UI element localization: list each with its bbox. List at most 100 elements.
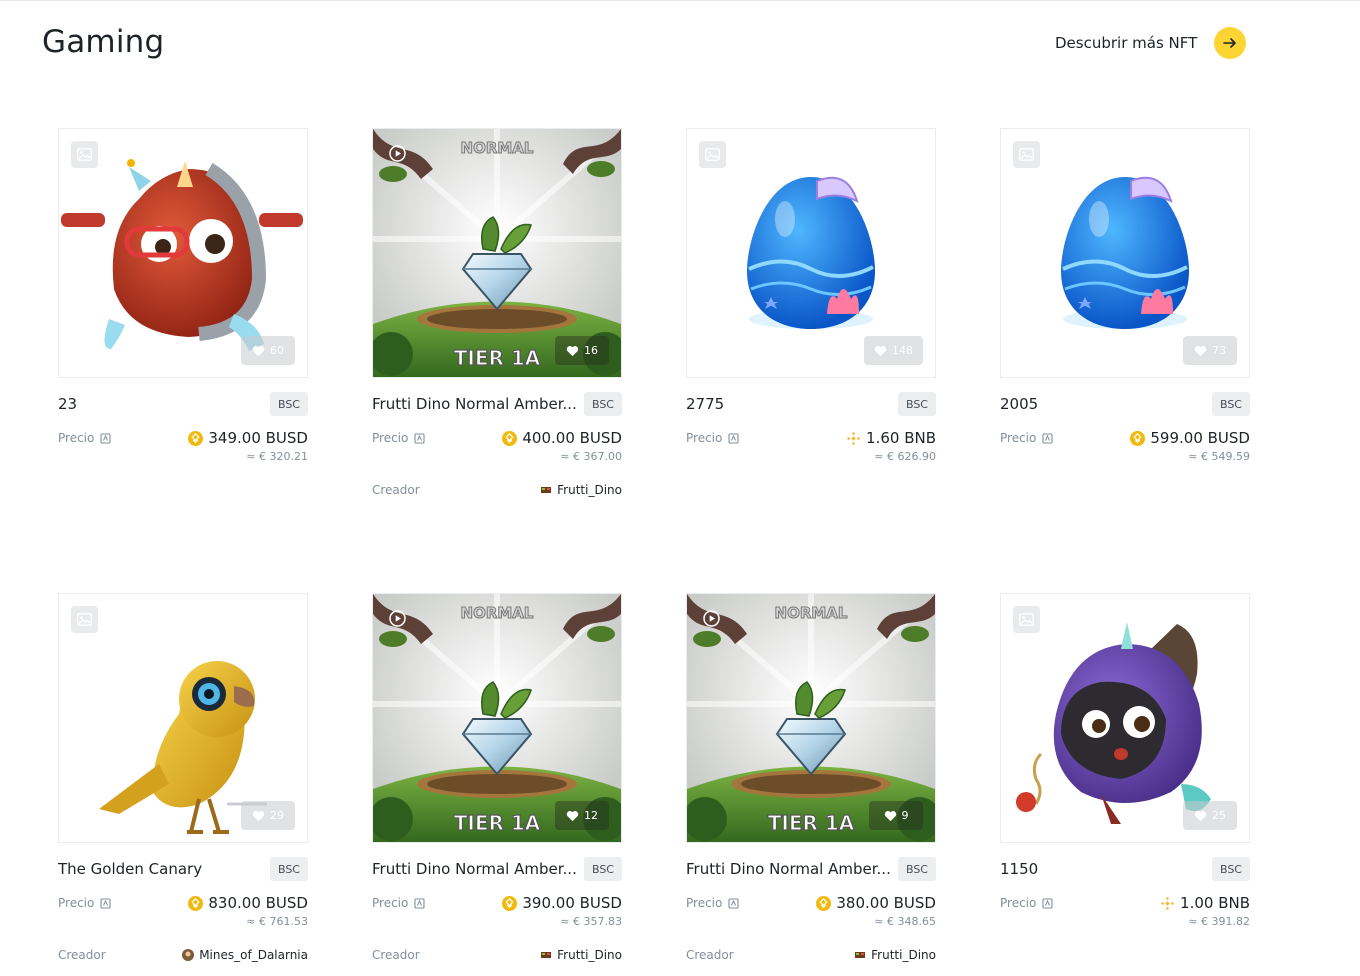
discover-more-label: Descubrir más NFT: [1055, 34, 1198, 52]
nft-name[interactable]: 2775: [686, 395, 724, 413]
nft-name[interactable]: 23: [58, 395, 77, 413]
creator-link[interactable]: Frutti_Dino: [540, 483, 622, 497]
like-button[interactable]: 16: [555, 336, 609, 365]
nft-name[interactable]: Frutti Dino Normal Amber...: [372, 860, 577, 878]
fiat-price: ≈ € 626.90: [874, 450, 936, 463]
heart-icon: [884, 810, 896, 821]
fiat-price: ≈ € 320.21: [246, 450, 308, 463]
like-button[interactable]: 12: [555, 801, 609, 830]
price-info-icon[interactable]: [414, 897, 425, 909]
creator-link[interactable]: Frutti_Dino: [540, 948, 622, 962]
price-label: Precio: [372, 896, 409, 910]
price-value: 400.00 BUSD: [522, 429, 622, 447]
nft-card[interactable]: NORMAL TIER 1A 16 Frutti Dino Normal Amb…: [372, 128, 622, 593]
price-info-icon[interactable]: [100, 897, 111, 909]
art-tier-bottom: TIER 1A: [768, 811, 855, 835]
nft-card[interactable]: 148 2775 BSC Precio 1.60 BNB ≈ € 626.90: [686, 128, 936, 593]
nft-name[interactable]: 1150: [1000, 860, 1038, 878]
heart-icon: [252, 345, 265, 356]
price-value: 349.00 BUSD: [208, 429, 308, 447]
nft-media[interactable]: NORMAL TIER 1A 12: [372, 593, 622, 843]
price-value: 599.00 BUSD: [1150, 429, 1250, 447]
chain-badge: BSC: [1211, 857, 1250, 881]
nft-card[interactable]: 29 The Golden Canary BSC Precio 830.00 B…: [58, 593, 308, 973]
price-label-group: Precio: [1000, 429, 1053, 445]
chain-badge: BSC: [1211, 392, 1250, 416]
nft-name[interactable]: Frutti Dino Normal Amber...: [372, 395, 577, 413]
page-title: Gaming: [42, 24, 165, 60]
heart-icon: [566, 810, 579, 821]
busd-coin-icon: [816, 895, 832, 911]
price-info-icon[interactable]: [100, 432, 111, 444]
like-button[interactable]: 148: [864, 336, 923, 365]
nft-card[interactable]: 73 2005 BSC Precio 599.00 BUSD ≈ € 549.5…: [1000, 128, 1250, 593]
creator-name: Frutti_Dino: [557, 483, 622, 497]
nft-card[interactable]: 60 23 BSC Precio 349.00 BUSD ≈ € 320.21: [58, 128, 308, 593]
top-divider: [0, 0, 1360, 1]
busd-coin-icon: [188, 430, 204, 446]
discover-more-link[interactable]: Descubrir más NFT: [1055, 27, 1247, 59]
creator-link[interactable]: Mines_of_Dalarnia: [182, 948, 308, 962]
price-value: 1.60 BNB: [866, 429, 936, 447]
like-button[interactable]: 9: [869, 801, 923, 830]
like-count: 73: [1212, 344, 1226, 357]
fiat-price: ≈ € 348.65: [874, 915, 936, 928]
nft-card[interactable]: NORMAL TIER 1A 12 Frutti Dino Normal Amb…: [372, 593, 622, 973]
like-count: 9: [901, 809, 909, 822]
price-info-icon[interactable]: [1042, 897, 1053, 909]
like-button[interactable]: 25: [1183, 801, 1237, 830]
nft-media[interactable]: NORMAL TIER 1A 9: [686, 593, 936, 843]
chain-badge: BSC: [269, 857, 308, 881]
nft-card[interactable]: NORMAL TIER 1A 9 Frutti Dino Normal Ambe…: [686, 593, 936, 973]
creator-name: Frutti_Dino: [871, 948, 936, 962]
nft-media[interactable]: 148: [686, 128, 936, 378]
nft-card[interactable]: 25 1150 BSC Precio 1.00 BNB ≈ € 391.82: [1000, 593, 1250, 973]
price-label-group: Precio: [686, 894, 739, 910]
price-info-icon[interactable]: [728, 897, 739, 909]
image-type-icon: [1013, 141, 1040, 168]
nft-media[interactable]: 29: [58, 593, 308, 843]
like-button[interactable]: 60: [241, 336, 295, 365]
price-label: Precio: [1000, 431, 1037, 445]
heart-icon: [1194, 345, 1207, 356]
price-label: Precio: [58, 896, 95, 910]
creator-name: Frutti_Dino: [557, 948, 622, 962]
nft-media[interactable]: NORMAL TIER 1A 16: [372, 128, 622, 378]
price-label: Precio: [372, 431, 409, 445]
fiat-price: ≈ € 391.82: [1188, 915, 1250, 928]
price-info-icon[interactable]: [414, 432, 425, 444]
nft-name[interactable]: Frutti Dino Normal Amber...: [686, 860, 891, 878]
creator-name: Mines_of_Dalarnia: [199, 948, 308, 962]
price-label-group: Precio: [686, 429, 739, 445]
like-button[interactable]: 29: [241, 801, 295, 830]
nft-name[interactable]: 2005: [1000, 395, 1038, 413]
fiat-price: ≈ € 761.53: [246, 915, 308, 928]
like-count: 29: [270, 809, 284, 822]
like-count: 12: [584, 809, 598, 822]
nft-name[interactable]: The Golden Canary: [58, 860, 202, 878]
creator-label: Creador: [372, 483, 420, 497]
like-button[interactable]: 73: [1183, 336, 1237, 365]
chain-badge: BSC: [269, 392, 308, 416]
creator-label: Creador: [372, 948, 420, 962]
nft-media[interactable]: 73: [1000, 128, 1250, 378]
busd-coin-icon: [1130, 430, 1146, 446]
price-value: 830.00 BUSD: [208, 894, 308, 912]
fiat-price: ≈ € 357.83: [560, 915, 622, 928]
nft-media[interactable]: 25: [1000, 593, 1250, 843]
creator-avatar: [855, 952, 866, 958]
nft-media[interactable]: 60: [58, 128, 308, 378]
fiat-price: ≈ € 367.00: [560, 450, 622, 463]
creator-link[interactable]: Frutti_Dino: [854, 948, 936, 962]
price-info-icon[interactable]: [1042, 432, 1053, 444]
arrow-right-icon[interactable]: [1214, 27, 1247, 59]
art-tier-bottom: TIER 1A: [454, 346, 541, 370]
price-label: Precio: [686, 431, 723, 445]
heart-icon: [1194, 810, 1207, 821]
price-info-icon[interactable]: [728, 432, 739, 444]
video-play-icon: [703, 610, 720, 627]
creator-avatar: [182, 949, 195, 961]
chain-badge: BSC: [583, 857, 622, 881]
chain-badge: BSC: [897, 857, 936, 881]
image-type-icon: [71, 141, 98, 168]
